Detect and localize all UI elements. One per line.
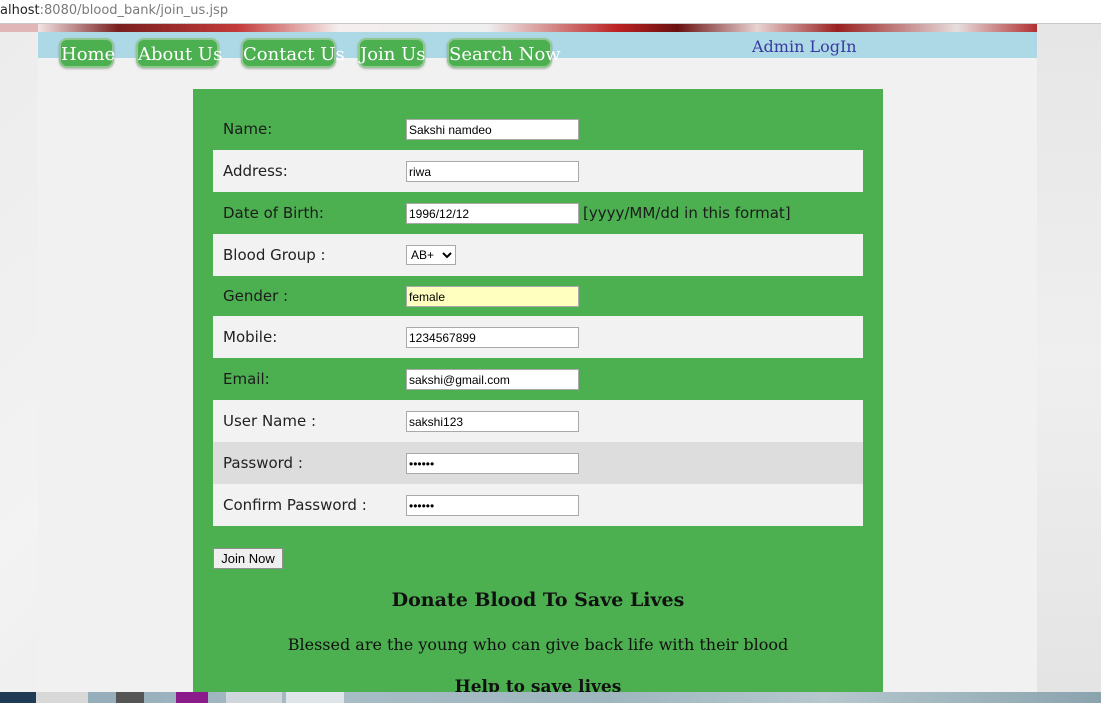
username-input[interactable] — [406, 411, 579, 432]
join-form-panel: Name: Address: Date of Birth: [yyyy/MM/d… — [193, 89, 883, 692]
taskbar-app-icon[interactable] — [176, 692, 208, 703]
dob-label: Date of Birth: — [223, 204, 324, 222]
form-row-email: Email: — [213, 358, 863, 400]
nav-contact-button[interactable]: Contact Us — [241, 38, 345, 68]
help-heading: Help to save lives — [454, 677, 622, 692]
form-row-mobile: Mobile: — [213, 316, 863, 358]
form-row-name: Name: — [213, 108, 863, 150]
gender-label: Gender : — [223, 287, 289, 305]
email-label: Email: — [223, 370, 270, 388]
dob-format-hint: [yyyy/MM/dd in this format] — [583, 204, 791, 222]
nav-about-button[interactable]: About Us — [136, 38, 222, 68]
donate-heading: Donate Blood To Save Lives — [391, 589, 685, 611]
taskbar-app-icon[interactable] — [226, 692, 282, 703]
nav-join-button[interactable]: Join Us — [358, 38, 426, 68]
confirm-password-label: Confirm Password : — [223, 496, 367, 514]
mobile-label: Mobile: — [223, 328, 278, 346]
taskbar-app-icon[interactable] — [36, 692, 88, 703]
header-banner — [38, 24, 1037, 32]
nav-home-button[interactable]: Home — [59, 38, 115, 68]
form-row-dob: Date of Birth: [yyyy/MM/dd in this forma… — [213, 192, 863, 234]
blood-group-select[interactable]: AB+ — [406, 245, 456, 265]
dob-input[interactable] — [406, 203, 579, 224]
form-row-address: Address: — [213, 150, 863, 192]
blessed-text: Blessed are the young who can give back … — [287, 635, 789, 654]
url-host: alhost — [0, 3, 40, 18]
start-button[interactable] — [0, 692, 36, 703]
nav-search-button[interactable]: Search Now — [447, 38, 561, 68]
address-label: Address: — [223, 162, 288, 180]
name-label: Name: — [223, 120, 273, 138]
password-label: Password : — [223, 454, 303, 472]
gender-input[interactable] — [406, 286, 579, 307]
name-input[interactable] — [406, 119, 579, 140]
confirm-password-input[interactable] — [406, 495, 579, 516]
address-bar[interactable]: alhost:8080/blood_bank/join_us.jsp — [0, 0, 1101, 24]
taskbar-app-icon[interactable] — [116, 692, 144, 703]
form-row-password: Password : — [213, 442, 863, 484]
username-label: User Name : — [223, 412, 317, 430]
admin-login-link[interactable]: Admin LogIn — [752, 37, 857, 56]
taskbar — [0, 692, 1101, 703]
password-input[interactable] — [406, 453, 579, 474]
form-row-blood-group: Blood Group : AB+ — [213, 234, 863, 276]
form-row-username: User Name : — [213, 400, 863, 442]
email-input[interactable] — [406, 369, 579, 390]
blood-group-label: Blood Group : — [223, 246, 326, 264]
address-input[interactable] — [406, 161, 579, 182]
mobile-input[interactable] — [406, 327, 579, 348]
banner-edge — [0, 24, 38, 32]
join-now-button[interactable]: Join Now — [213, 548, 283, 569]
form-row-gender: Gender : — [213, 275, 863, 317]
url-path: :8080/blood_bank/join_us.jsp — [39, 3, 229, 18]
taskbar-app-icon[interactable] — [286, 692, 344, 703]
form-row-confirm-password: Confirm Password : — [213, 484, 863, 526]
